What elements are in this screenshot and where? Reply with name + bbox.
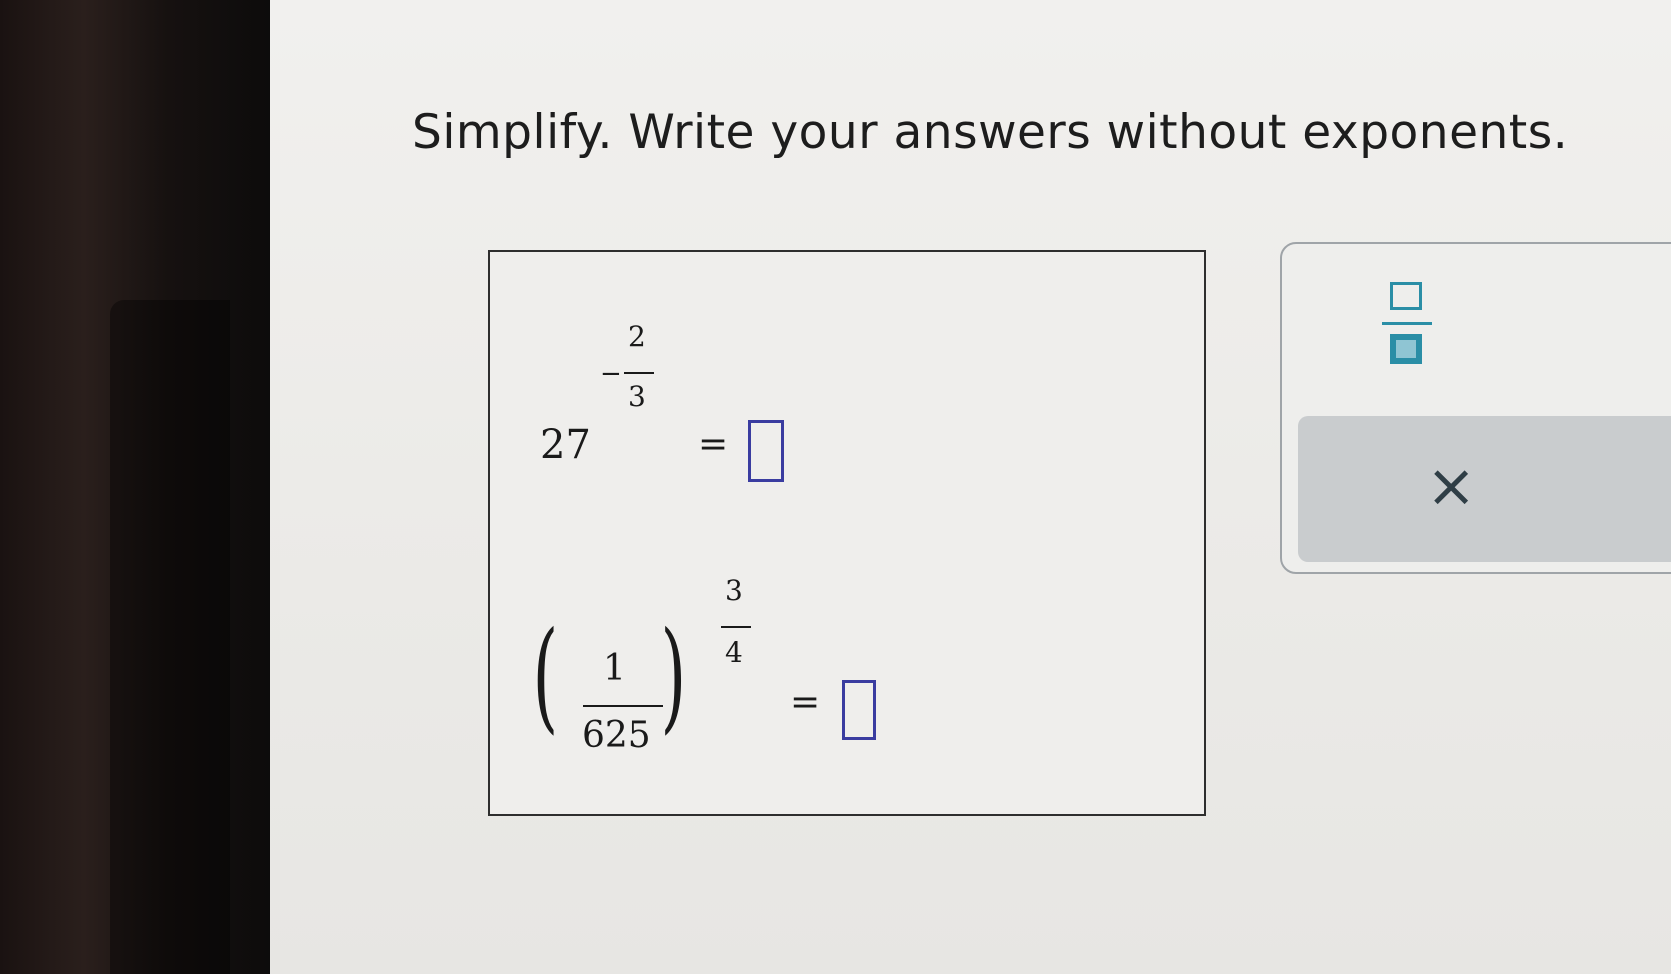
problem2-exponent-numerator: 3 xyxy=(725,574,743,607)
problem2-exponent-fraction-bar xyxy=(721,626,751,628)
fraction-denominator-slot-icon xyxy=(1390,334,1422,364)
problem1-exponent-sign: − xyxy=(600,359,622,389)
math-tool-panel: × xyxy=(1280,242,1671,574)
instruction-text: Simplify. Write your answers without exp… xyxy=(412,105,1569,160)
problem1-base: 27 xyxy=(540,422,591,468)
problem1-answer-input[interactable] xyxy=(748,420,784,482)
problem1-exponent-numerator: 2 xyxy=(628,320,646,353)
problem2-fraction-denominator: 625 xyxy=(582,715,651,756)
problem-box: 27 − 2 3 = ( 1 625 ) 3 4 = xyxy=(488,250,1206,816)
problem2-right-paren: ) xyxy=(660,607,687,746)
problem1-equals: = xyxy=(698,424,729,465)
bezel-shadow xyxy=(110,300,230,974)
problem2-equals: = xyxy=(790,682,821,723)
problem1-exponent-fraction-bar xyxy=(624,372,654,374)
clear-button[interactable]: × xyxy=(1298,416,1671,562)
fraction-template-button[interactable] xyxy=(1374,282,1444,382)
problem2-exponent-denominator: 4 xyxy=(725,636,743,669)
close-icon: × xyxy=(1426,451,1477,521)
fraction-numerator-slot-icon xyxy=(1390,282,1422,310)
problem2-fraction-numerator: 1 xyxy=(603,648,626,689)
problem2-answer-input[interactable] xyxy=(842,680,876,740)
problem2-fraction-bar xyxy=(583,705,663,707)
fraction-bar-icon xyxy=(1382,322,1432,325)
problem1-exponent-denominator: 3 xyxy=(628,380,646,413)
problem2-left-paren: ( xyxy=(532,607,559,746)
